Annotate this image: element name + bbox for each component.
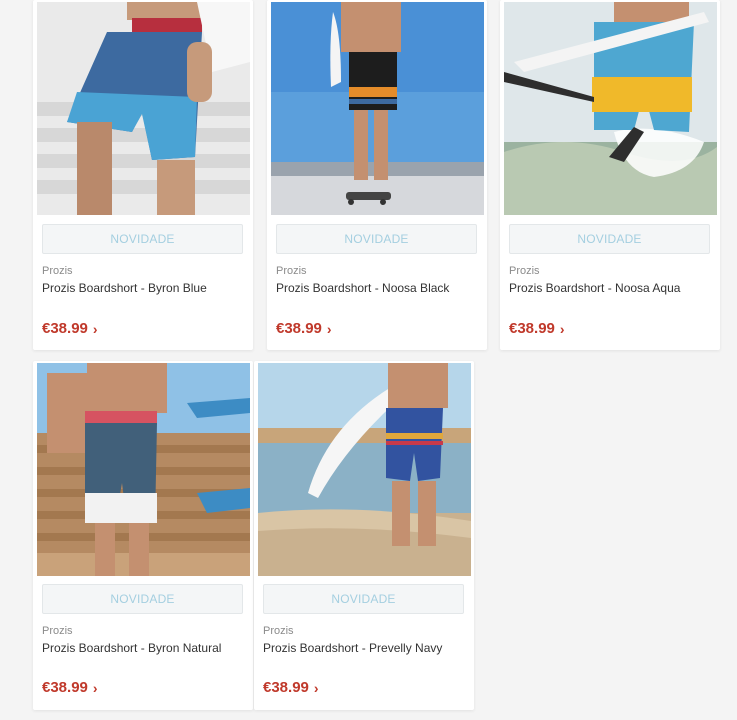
product-card-prevelly-navy[interactable]: NOVIDADE Prozis Prozis Boardshort - Prev…	[254, 361, 474, 710]
price-value: €38.99	[509, 320, 555, 337]
new-badge: NOVIDADE	[42, 584, 243, 614]
new-badge: NOVIDADE	[263, 584, 464, 614]
price-value: €38.99	[42, 320, 88, 337]
product-brand: Prozis	[263, 625, 294, 637]
product-price[interactable]: €38.99 ›	[263, 679, 319, 696]
price-value: €38.99	[276, 320, 322, 337]
product-image[interactable]	[258, 363, 471, 576]
product-card-noosa-aqua[interactable]: NOVIDADE Prozis Prozis Boardshort - Noos…	[500, 0, 720, 350]
product-name[interactable]: Prozis Boardshort - Noosa Black	[276, 281, 449, 295]
product-image[interactable]	[504, 2, 717, 215]
product-brand: Prozis	[509, 265, 540, 277]
product-price[interactable]: €38.99 ›	[42, 320, 98, 337]
product-brand: Prozis	[42, 265, 73, 277]
product-brand: Prozis	[42, 625, 73, 637]
price-value: €38.99	[42, 679, 88, 696]
product-image[interactable]	[37, 2, 250, 215]
product-name[interactable]: Prozis Boardshort - Prevelly Navy	[263, 641, 442, 655]
product-price[interactable]: €38.99 ›	[42, 679, 98, 696]
new-badge: NOVIDADE	[276, 224, 477, 254]
product-name[interactable]: Prozis Boardshort - Byron Natural	[42, 641, 221, 655]
product-card-noosa-black[interactable]: NOVIDADE Prozis Prozis Boardshort - Noos…	[267, 0, 487, 350]
product-name[interactable]: Prozis Boardshort - Byron Blue	[42, 281, 207, 295]
chevron-right-icon: ›	[326, 320, 332, 337]
product-price[interactable]: €38.99 ›	[509, 320, 565, 337]
product-brand: Prozis	[276, 265, 307, 277]
chevron-right-icon: ›	[313, 679, 319, 696]
product-image[interactable]	[37, 363, 250, 576]
chevron-right-icon: ›	[92, 679, 98, 696]
product-price[interactable]: €38.99 ›	[276, 320, 332, 337]
new-badge: NOVIDADE	[42, 224, 243, 254]
product-name[interactable]: Prozis Boardshort - Noosa Aqua	[509, 281, 680, 295]
product-image[interactable]	[271, 2, 484, 215]
chevron-right-icon: ›	[92, 320, 98, 337]
new-badge: NOVIDADE	[509, 224, 710, 254]
product-card-byron-natural[interactable]: NOVIDADE Prozis Prozis Boardshort - Byro…	[33, 361, 253, 710]
product-card-byron-blue[interactable]: NOVIDADE Prozis Prozis Boardshort - Byro…	[33, 0, 253, 350]
chevron-right-icon: ›	[559, 320, 565, 337]
price-value: €38.99	[263, 679, 309, 696]
